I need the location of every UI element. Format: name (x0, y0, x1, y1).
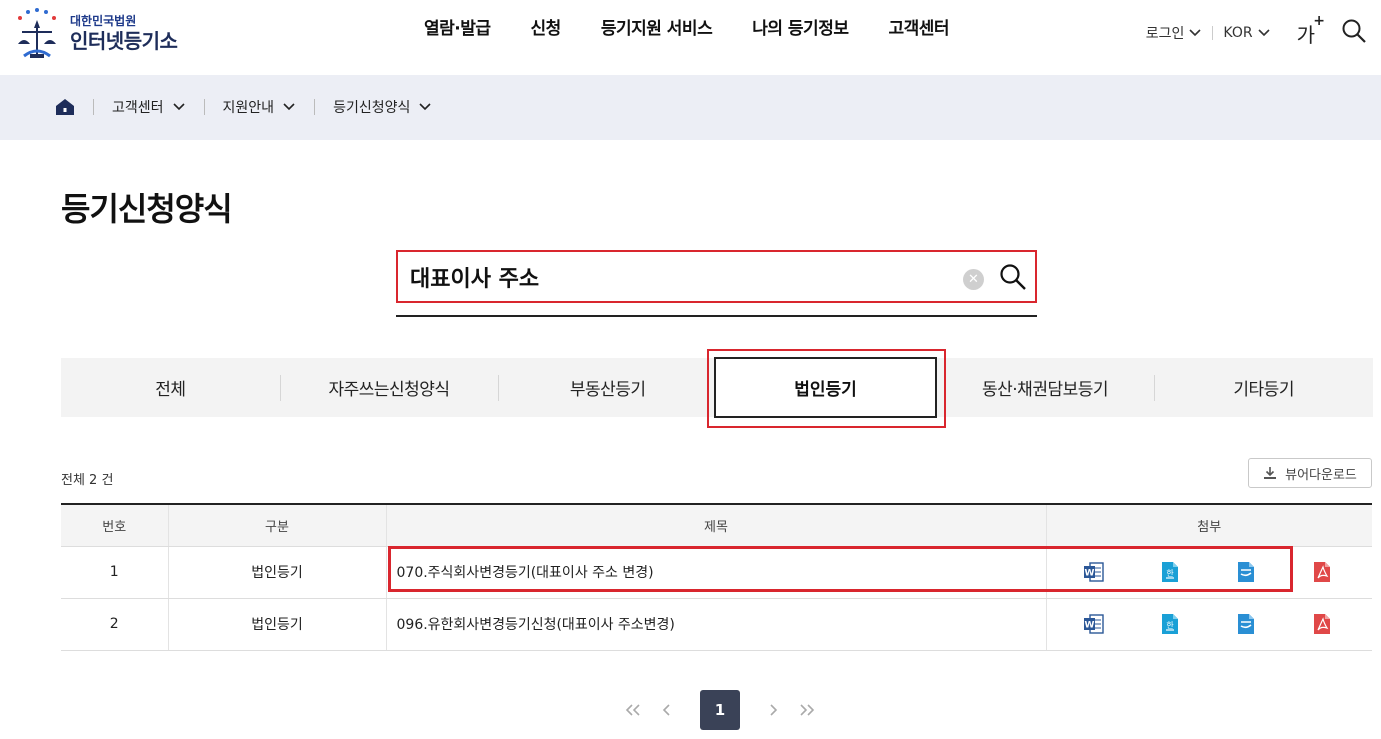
tab-highlight-frame (707, 349, 946, 428)
chevron-down-icon (1189, 29, 1201, 37)
nav-view-issue[interactable]: 열람·발급 (424, 16, 491, 42)
utility-menu: 로그인 KOR 가 + (1146, 13, 1367, 48)
chevron-down-icon (419, 103, 431, 111)
first-page-button[interactable] (616, 690, 650, 730)
row-attachments: W 한 (1045, 546, 1372, 599)
odt-icon[interactable] (1236, 613, 1256, 635)
clear-icon[interactable]: ✕ (963, 269, 984, 290)
font-size-plus: + (1313, 12, 1325, 29)
tab-frequent-forms[interactable]: 자주쓰는신청양식 (279, 358, 499, 417)
col-title: 제목 (385, 504, 1046, 547)
row-number: 2 (61, 598, 168, 651)
logo-title: 인터넷등기소 (70, 29, 178, 53)
tab-all[interactable]: 전체 (61, 358, 280, 417)
chevron-left-icon (662, 704, 670, 716)
font-size-button[interactable]: 가 + (1296, 13, 1325, 48)
chevron-right-icon (770, 704, 778, 716)
search-underline (396, 315, 1037, 317)
result-count: 전체 2 건 (61, 473, 114, 488)
nav-my-registry[interactable]: 나의 등기정보 (752, 16, 849, 42)
row-number: 1 (61, 546, 168, 599)
divider (314, 99, 316, 115)
search-icon (1342, 19, 1366, 43)
svg-text:한: 한 (1167, 621, 1175, 630)
viewer-download-button[interactable]: 뷰어다운로드 (1248, 458, 1372, 488)
col-number: 번호 (61, 504, 168, 547)
col-category: 구분 (167, 504, 386, 547)
row-category: 법인등기 (167, 598, 386, 651)
tab-real-estate[interactable]: 부동산등기 (498, 358, 717, 417)
logo-subtitle: 대한민국법원 (70, 14, 137, 28)
table-row: 1 법인등기 070.주식회사변경등기(대표이사 주소 변경) W 한 (61, 546, 1372, 599)
form-search-box: ✕ (396, 250, 1037, 303)
site-search-button[interactable] (1341, 18, 1367, 48)
row-title-link[interactable]: 070.주식회사변경등기(대표이사 주소 변경) (385, 546, 1046, 599)
breadcrumb-label: 지원안내 (222, 100, 275, 116)
nav-customer-center[interactable]: 고객센터 (888, 16, 949, 42)
language-label: KOR (1223, 25, 1253, 41)
pagination: 1 (616, 690, 824, 730)
prev-page-button[interactable] (650, 690, 684, 730)
odt-icon[interactable] (1236, 561, 1256, 583)
next-page-button[interactable] (756, 690, 790, 730)
page-title: 등기신청양식 (61, 190, 233, 228)
breadcrumb: 고객센터 지원안내 등기신청양식 (55, 97, 432, 117)
svg-text:W: W (1085, 569, 1095, 579)
pdf-icon[interactable] (1312, 561, 1332, 583)
divider (1212, 26, 1214, 40)
nav-registry-support[interactable]: 등기지원 서비스 (601, 16, 713, 42)
table-row: 2 법인등기 096.유한회사변경등기신청(대표이사 주소변경) W 한 (61, 598, 1372, 651)
row-category: 법인등기 (167, 546, 386, 599)
font-size-label: 가 (1296, 22, 1315, 47)
row-attachments: W 한 (1045, 598, 1372, 651)
search-input[interactable] (410, 260, 950, 294)
row-title-link[interactable]: 096.유한회사변경등기신청(대표이사 주소변경) (385, 598, 1046, 651)
breadcrumb-label: 등기신청양식 (333, 100, 411, 116)
svg-text:한: 한 (1167, 569, 1175, 578)
login-label: 로그인 (1145, 26, 1185, 42)
nav-apply[interactable]: 신청 (531, 16, 562, 42)
divider (93, 99, 94, 115)
forms-table: 번호 구분 제목 첨부 1 법인등기 070.주식회사변경등기(대표이사 주소 … (61, 503, 1372, 651)
search-icon (1000, 264, 1026, 290)
main-navigation: 열람·발급 신청 등기지원 서비스 나의 등기정보 고객센터 (424, 16, 989, 42)
home-icon[interactable] (55, 97, 75, 117)
double-chevron-left-icon (625, 704, 640, 716)
court-emblem-icon (8, 6, 66, 62)
pdf-icon[interactable] (1312, 613, 1332, 635)
breadcrumb-bar: 고객센터 지원안내 등기신청양식 (0, 75, 1381, 140)
search-button[interactable] (999, 263, 1027, 295)
breadcrumb-customer-center[interactable]: 고객센터 (112, 97, 186, 117)
chevron-down-icon (1258, 29, 1270, 37)
breadcrumb-registry-forms[interactable]: 등기신청양식 (333, 97, 432, 117)
tab-movable-property[interactable]: 동산·채권담보등기 (936, 358, 1155, 417)
language-select[interactable]: KOR (1223, 25, 1270, 41)
col-attachment: 첨부 (1045, 504, 1372, 547)
tab-other[interactable]: 기타등기 (1154, 358, 1373, 417)
chevron-down-icon (172, 103, 185, 111)
hwp-icon[interactable]: 한 (1160, 613, 1180, 635)
word-icon[interactable]: W (1084, 561, 1105, 583)
current-page[interactable]: 1 (700, 690, 740, 730)
download-icon (1264, 467, 1277, 479)
word-icon[interactable]: W (1084, 613, 1105, 635)
viewer-download-label: 뷰어다운로드 (1285, 467, 1357, 483)
site-header: 대한민국법원 인터넷등기소 열람·발급 신청 등기지원 서비스 나의 등기정보 … (0, 0, 1381, 75)
chevron-down-icon (283, 103, 295, 111)
svg-text:W: W (1085, 621, 1095, 631)
login-menu[interactable]: 로그인 (1146, 23, 1203, 43)
breadcrumb-support-guide[interactable]: 지원안내 (223, 97, 297, 117)
breadcrumb-label: 고객센터 (112, 100, 164, 116)
double-chevron-right-icon (800, 704, 815, 716)
hwp-icon[interactable]: 한 (1160, 561, 1180, 583)
last-page-button[interactable] (790, 690, 824, 730)
divider (203, 99, 205, 115)
site-logo[interactable]: 대한민국법원 인터넷등기소 (8, 6, 178, 62)
